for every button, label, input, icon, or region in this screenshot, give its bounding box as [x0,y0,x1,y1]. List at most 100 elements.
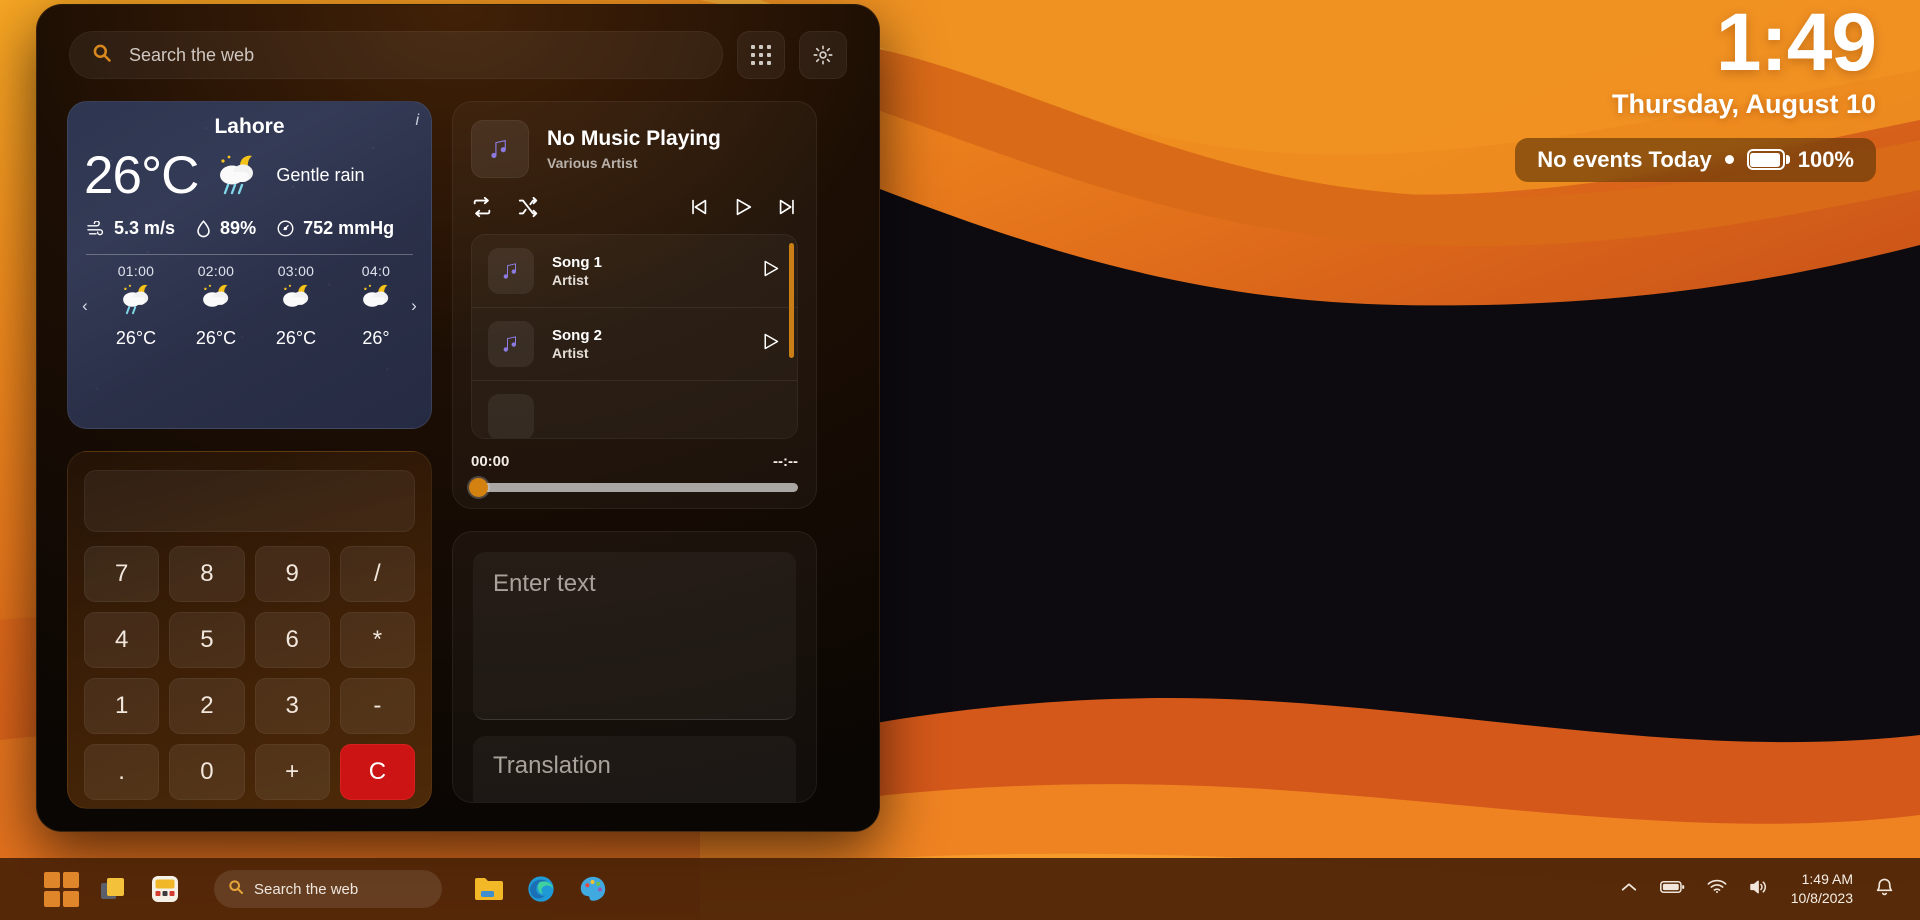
taskbar-search-input[interactable]: Search the web [214,870,442,908]
file-explorer-icon[interactable] [470,870,508,908]
taskbar-search-placeholder: Search the web [254,880,359,898]
notification-bell-icon[interactable] [1875,877,1894,902]
calc-key-plus[interactable]: + [254,744,330,800]
search-icon [228,879,244,900]
status-pill[interactable]: No events Today 100% [1515,137,1876,182]
widgets-panel: Search the web i Lahore 26°C Gentle rain… [36,4,880,832]
weather-hour-cell: 04:0 26° [336,263,403,349]
music-progress-slider[interactable] [469,478,798,497]
calc-key-7[interactable]: 7 [84,546,160,602]
song-artist: Artist [552,345,589,361]
paint-icon[interactable] [574,870,612,908]
weather-wind-value: 5.3 m/s [114,218,176,238]
panel-search-input[interactable]: Search the web [69,31,723,79]
translate-input[interactable]: Enter text [473,552,796,720]
edge-browser-icon[interactable] [522,870,560,908]
calc-key-8[interactable]: 8 [169,546,245,602]
calculator-widget: 7 8 9 / 4 5 6 * 1 2 3 - . 0 + C [67,451,432,809]
events-text: No events Today [1537,146,1712,172]
music-times: 00:00 --:-- [471,453,798,470]
panel-search-placeholder: Search the web [129,44,255,65]
repeat-icon[interactable] [471,196,493,218]
music-title: No Music Playing [547,127,721,150]
battery-icon[interactable] [1659,880,1685,899]
windows-start-icon[interactable] [42,870,80,908]
music-artist: Various Artist [547,155,638,171]
skip-previous-icon[interactable] [688,196,710,218]
chevron-right-icon[interactable]: › [403,296,425,316]
clock-date: Thursday, August 10 [1611,88,1876,119]
song-meta: Song 2 Artist [552,327,602,361]
taskbar-tray: 1:49 AM 10/8/2023 [1620,870,1920,908]
calc-key-3[interactable]: 3 [254,678,330,734]
weather-hourly: ‹ 01:00 26°C 02:00 26°C 03:00 26°C 04:0 … [68,255,431,349]
weather-wind: 5.3 m/s [86,218,175,239]
weather-widget[interactable]: i Lahore 26°C Gentle rain 5.3 m/s 89% 75… [67,101,432,429]
search-icon [92,43,112,67]
weather-pressure-value: 752 mmHg [303,218,395,238]
show-hidden-icons-icon[interactable] [1620,880,1638,899]
music-note-icon [488,248,534,294]
song-meta: Song 1 Artist [552,254,602,288]
taskbar-left: Search the web [0,870,612,908]
list-item[interactable]: Song 2 Artist [472,308,797,381]
shuffle-icon[interactable] [517,196,539,218]
calc-key-dot[interactable]: . [84,744,160,800]
music-controls [471,196,798,218]
music-elapsed: 00:00 [471,453,510,470]
translate-input-placeholder: Enter text [493,570,596,597]
music-song-list[interactable]: Song 1 Artist Song 2 Artist [471,234,798,439]
song-list-scrollbar[interactable] [789,243,794,358]
calc-key-0[interactable]: 0 [169,744,245,800]
calculator-display[interactable] [84,470,415,532]
wifi-icon[interactable] [1707,879,1727,899]
widgets-icon[interactable] [146,870,184,908]
play-icon[interactable] [732,196,754,218]
battery-percent: 100% [1797,146,1854,172]
chevron-left-icon[interactable]: ‹ [74,296,96,316]
list-item[interactable] [472,381,797,438]
cloud-moon-rain-icon [96,279,176,326]
play-icon[interactable] [760,331,781,357]
calc-key-clear[interactable]: C [339,744,415,800]
calc-key-2[interactable]: 2 [169,678,245,734]
list-item[interactable]: Song 1 Artist [472,235,797,308]
hour-temp: 26° [362,327,390,348]
hour-time: 03:00 [277,263,315,279]
dot-separator-icon [1724,155,1734,165]
taskbar: Search the web 1:49 AM 10/8/2023 [0,858,1920,920]
weather-city: Lahore [214,115,285,138]
calc-key-minus[interactable]: - [339,678,415,734]
weather-humidity: 89% [195,218,256,239]
music-note-icon [488,321,534,367]
hour-temp: 26°C [195,327,237,348]
calc-key-6[interactable]: 6 [254,612,330,668]
weather-metrics: 5.3 m/s 89% 752 mmHg [68,206,431,239]
translate-output-placeholder: Translation [493,752,611,779]
calc-key-divide[interactable]: / [339,546,415,602]
desktop-root: 1:49 Thursday, August 10 No events Today… [0,0,1920,920]
volume-icon[interactable] [1749,879,1769,900]
weather-hourly-cells: 01:00 26°C 02:00 26°C 03:00 26°C 04:0 26… [96,263,403,349]
gear-icon[interactable] [799,31,847,79]
music-progress-knob[interactable] [469,478,488,497]
music-note-icon [488,394,534,438]
skip-next-icon[interactable] [776,196,798,218]
calc-key-5[interactable]: 5 [169,612,245,668]
taskbar-clock[interactable]: 1:49 AM 10/8/2023 [1791,870,1853,908]
panel-right-column: No Music Playing Various Artist Song 1 A… [452,101,817,809]
panel-body: i Lahore 26°C Gentle rain 5.3 m/s 89% 75… [37,79,879,809]
translate-output[interactable]: Translation [473,736,796,802]
cloud-moon-icon [256,279,336,326]
calc-key-multiply[interactable]: * [339,612,415,668]
cloud-moon-icon [336,279,403,326]
task-view-icon[interactable] [94,870,132,908]
play-icon[interactable] [760,258,781,284]
gauge-icon [277,220,294,237]
weather-hour-cell: 01:00 26°C [96,263,176,349]
calc-key-4[interactable]: 4 [84,612,160,668]
apps-grid-icon[interactable] [737,31,785,79]
calc-key-9[interactable]: 9 [254,546,330,602]
weather-condition: Gentle rain [276,165,365,185]
calc-key-1[interactable]: 1 [84,678,160,734]
